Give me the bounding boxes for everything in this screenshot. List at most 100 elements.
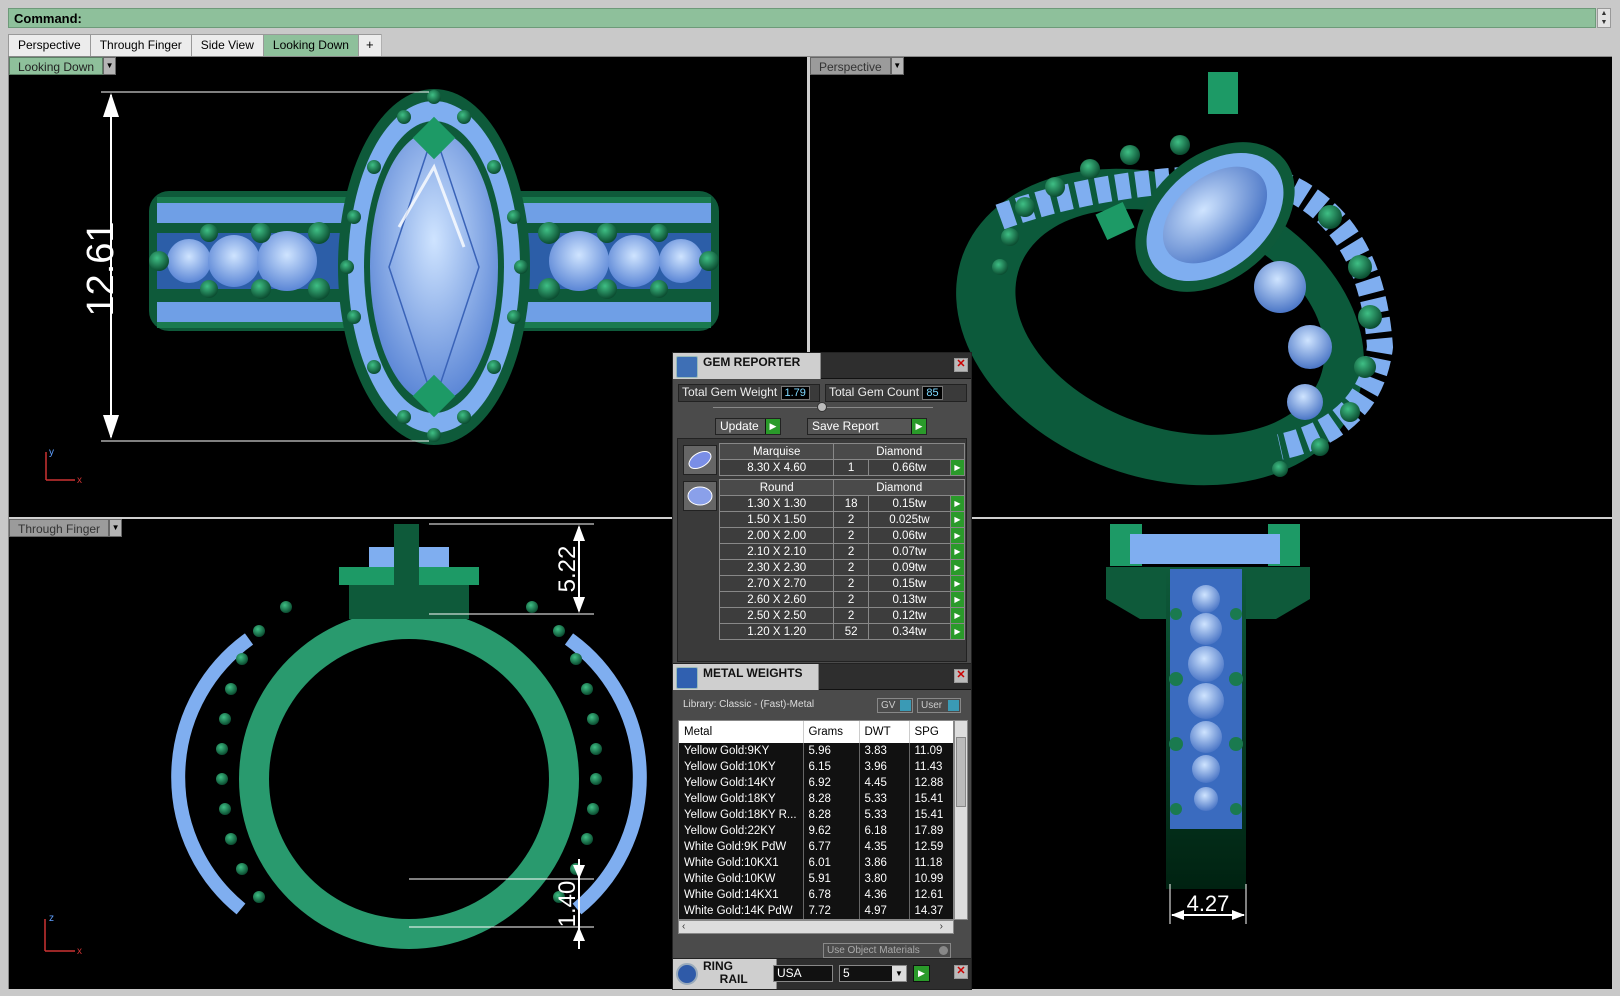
metal-row[interactable]: White Gold:10KX1 6.01 3.86 11.18 — [679, 855, 953, 871]
select-gem-button[interactable]: ▶ — [950, 623, 965, 640]
metal-cell: Yellow Gold:14KY — [679, 775, 804, 791]
gem-size: 1.50 X 1.50 — [718, 511, 835, 528]
select-gem-button[interactable]: ▶ — [950, 511, 965, 528]
metal-cell: 15.41 — [909, 791, 953, 807]
metal-cell: 12.59 — [909, 839, 953, 855]
metal-row[interactable]: White Gold:10KW 5.91 3.80 10.99 — [679, 871, 953, 887]
metal-weights-header[interactable]: METAL WEIGHTS ✕ — [673, 664, 971, 690]
marquise-gem-icon — [683, 445, 717, 475]
select-gem-button[interactable]: ▶ — [950, 575, 965, 592]
metal-cell: Yellow Gold:18KY — [679, 791, 804, 807]
ring-rail-panel: RING RAIL USA 5 ▼ ▶ ✕ — [672, 958, 972, 990]
viewport-label-perspective[interactable]: Perspective ▼ — [810, 57, 904, 75]
gem-row: 2.30 X 2.30 2 0.09tw ▶ — [718, 559, 965, 576]
viewport-menu-dropdown-icon[interactable]: ▼ — [103, 57, 117, 75]
gem-size: 1.20 X 1.20 — [718, 623, 835, 640]
metal-cell: White Gold:10KW — [679, 871, 804, 887]
metal-cell: 12.88 — [909, 775, 953, 791]
close-icon[interactable]: ✕ — [954, 358, 968, 372]
viewport-menu-dropdown-icon[interactable]: ▼ — [890, 57, 904, 75]
update-button[interactable]: Update ▶ — [715, 418, 781, 435]
metal-cell: 4.45 — [859, 775, 910, 791]
gem-weight: 0.66tw — [867, 459, 952, 476]
ring-size-select[interactable]: 5 ▼ — [839, 965, 907, 982]
metal-row[interactable]: Yellow Gold:22KY 9.62 6.18 17.89 — [679, 823, 953, 839]
collapse-toggle-icon[interactable] — [817, 402, 827, 412]
metal-row[interactable]: Yellow Gold:14KY 6.92 4.45 12.88 — [679, 775, 953, 791]
gem-weight: 0.06tw — [867, 527, 952, 544]
gem-reporter-header[interactable]: GEM REPORTER ✕ — [673, 353, 971, 379]
metal-cell: 6.18 — [859, 823, 910, 839]
total-gem-count-value: 85 — [922, 386, 943, 400]
gem-size: 2.10 X 2.10 — [718, 543, 835, 560]
user-toggle[interactable]: User — [917, 698, 961, 713]
country-select[interactable]: USA — [773, 965, 833, 982]
ring-rail-icon — [676, 963, 698, 985]
close-icon[interactable]: ✕ — [954, 965, 968, 979]
metal-cell: 5.96 — [803, 743, 860, 759]
add-tab-button[interactable]: + — [357, 34, 382, 56]
column-header[interactable]: SPG — [909, 721, 953, 743]
tab-perspective[interactable]: Perspective — [8, 34, 91, 56]
metal-weights-panel: METAL WEIGHTS ✕ Library: Classic - (Fast… — [672, 663, 972, 959]
metal-cell: 6.01 — [803, 855, 860, 871]
command-bar[interactable]: Command: — [8, 8, 1596, 28]
play-icon: ▶ — [765, 419, 780, 434]
gem-table: Marquise Diamond 8.30 X 4.60 1 0.66tw ▶ Round D… — [718, 443, 965, 640]
svg-text:z: z — [49, 913, 54, 924]
gem-row: 2.70 X 2.70 2 0.15tw ▶ — [718, 575, 965, 592]
command-scroll[interactable]: ▲ ▼ — [1597, 8, 1611, 28]
viewport-label-looking-down[interactable]: Looking Down ▼ — [9, 57, 117, 75]
metal-cell: 6.92 — [803, 775, 860, 791]
gem-group-header: Marquise Diamond — [718, 443, 965, 460]
select-gem-button[interactable]: ▶ — [950, 495, 965, 512]
metal-cell: 7.72 — [803, 903, 860, 919]
select-gem-button[interactable]: ▶ — [950, 607, 965, 624]
gem-weight: 0.34tw — [867, 623, 952, 640]
viewport-label-through-finger[interactable]: Through Finger ▼ — [9, 519, 123, 537]
metal-cell: 11.43 — [909, 759, 953, 775]
tab-through-finger[interactable]: Through Finger — [89, 34, 192, 56]
viewport-menu-dropdown-icon[interactable]: ▼ — [109, 519, 123, 537]
gem-weight: 0.09tw — [867, 559, 952, 576]
metal-cell: 3.80 — [859, 871, 910, 887]
metal-row[interactable]: Yellow Gold:9KY 5.96 3.83 11.09 — [679, 743, 953, 759]
tab-looking-down[interactable]: Looking Down — [262, 34, 359, 56]
gem-count: 2 — [833, 527, 869, 544]
play-icon: ▶ — [911, 419, 926, 434]
column-header[interactable]: Metal — [679, 721, 804, 743]
total-gem-count: Total Gem Count 85 — [825, 384, 967, 402]
gem-weight: 0.12tw — [867, 607, 952, 624]
metal-row[interactable]: White Gold:14KX1 6.78 4.36 12.61 — [679, 887, 953, 903]
metal-cell: 17.89 — [909, 823, 953, 839]
select-gem-button[interactable]: ▶ — [950, 459, 965, 476]
ring-rail-go-button[interactable]: ▶ — [913, 965, 930, 982]
metal-row[interactable]: White Gold:14K PdW 7.72 4.97 14.37 — [679, 903, 953, 919]
save-report-button[interactable]: Save Report ▶ — [807, 418, 927, 435]
close-icon[interactable]: ✕ — [954, 669, 968, 683]
select-gem-button[interactable]: ▶ — [950, 527, 965, 544]
gem-size: 2.00 X 2.00 — [718, 527, 835, 544]
metal-cell: 4.36 — [859, 887, 910, 903]
metal-row[interactable]: Yellow Gold:18KY R... 8.28 5.33 15.41 — [679, 807, 953, 823]
metal-cell: 8.28 — [803, 791, 860, 807]
command-label: Command: — [14, 11, 82, 26]
select-gem-button[interactable]: ▶ — [950, 559, 965, 576]
gem-size: 2.50 X 2.50 — [718, 607, 835, 624]
metal-row[interactable]: White Gold:9K PdW 6.77 4.35 12.59 — [679, 839, 953, 855]
gem-count: 2 — [833, 591, 869, 608]
total-gem-weight: Total Gem Weight 1.79 — [678, 384, 820, 402]
gv-toggle[interactable]: GV — [877, 698, 913, 713]
metal-row[interactable]: Yellow Gold:10KY 6.15 3.96 11.43 — [679, 759, 953, 775]
metal-table-scrollbar[interactable] — [954, 720, 968, 920]
tab-side-view[interactable]: Side View — [190, 34, 264, 56]
metal-cell: 4.35 — [859, 839, 910, 855]
metal-row[interactable]: Yellow Gold:18KY 8.28 5.33 15.41 — [679, 791, 953, 807]
column-header[interactable]: DWT — [859, 721, 910, 743]
metal-table-hscrollbar[interactable]: ‹ › — [678, 920, 954, 934]
metal-cell: White Gold:14KX1 — [679, 887, 804, 903]
select-gem-button[interactable]: ▶ — [950, 543, 965, 560]
use-object-materials-toggle[interactable]: Use Object Materials — [823, 943, 951, 958]
column-header[interactable]: Grams — [803, 721, 860, 743]
select-gem-button[interactable]: ▶ — [950, 591, 965, 608]
